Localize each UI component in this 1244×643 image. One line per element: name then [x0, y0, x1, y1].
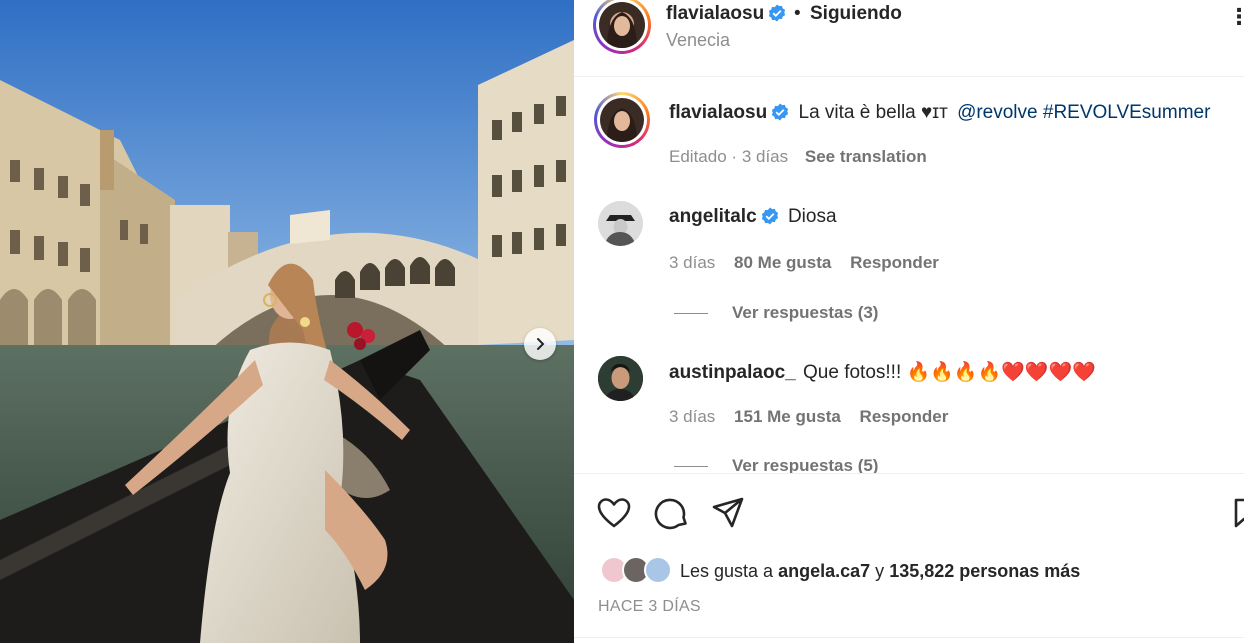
comment-line: austinpalaoc_ Que fotos!!! 🔥🔥🔥🔥❤️❤️❤️❤️ [669, 360, 1096, 384]
caption-meta: Editado · 3 días See translation [669, 147, 927, 167]
avatar [599, 2, 645, 48]
like-heart-icon[interactable] [596, 495, 632, 531]
reply-button[interactable]: Responder [850, 253, 939, 272]
venice-gondola-image [0, 0, 574, 643]
verified-badge-icon [761, 207, 778, 225]
comment-avatar[interactable] [598, 356, 643, 401]
verified-badge-icon [772, 103, 789, 121]
comment-meta: 3 días 80 Me gusta Responder [669, 253, 939, 273]
edited-label: Editado [669, 147, 727, 166]
comment-text: Que fotos!!! 🔥🔥🔥🔥❤️❤️❤️❤️ [803, 362, 1096, 383]
view-replies-button[interactable]: Ver respuestas (5) [674, 456, 878, 473]
bottom-divider [574, 637, 1244, 638]
save-bookmark-icon[interactable] [1232, 495, 1244, 531]
comment-meta: 3 días 151 Me gusta Responder [669, 407, 948, 427]
likes-connector: y [875, 561, 885, 581]
comment-avatar[interactable] [598, 201, 643, 246]
verified-badge-icon [769, 4, 786, 22]
liker-username[interactable]: angela.ca7 [778, 561, 870, 581]
comments-clip: Ver respuestas (5) [574, 440, 1244, 473]
liker-avatar [644, 556, 672, 584]
view-replies-label[interactable]: Ver respuestas (5) [732, 456, 878, 473]
comment-time[interactable]: 3 días [669, 407, 715, 426]
view-replies-button[interactable]: Ver respuestas (3) [674, 303, 878, 323]
header-divider [574, 76, 1244, 77]
comment-username[interactable]: austinpalaoc_ [669, 362, 796, 383]
likes-prefix: Les gusta a [680, 561, 774, 581]
caption-text: La vita è bella ♥ɪᴛ [798, 102, 948, 123]
caption-hashtag-link[interactable]: #REVOLVEsummer [1043, 102, 1211, 123]
caption-mention-link[interactable]: @revolve [957, 102, 1038, 123]
likes-summary: Les gusta a angela.ca7 y 135,822 persona… [680, 561, 1080, 582]
meta-dot: · [731, 147, 738, 166]
more-options-icon[interactable]: ⋮ [1228, 6, 1244, 28]
comment-time[interactable]: 3 días [669, 253, 715, 272]
post-photo [0, 0, 574, 643]
caption-time[interactable]: 3 días [742, 147, 788, 166]
comment-likes[interactable]: 80 Me gusta [734, 253, 831, 272]
chevron-right-icon [537, 338, 545, 350]
caption-avatar [600, 98, 644, 142]
post-username-text[interactable]: flavialaosu [666, 3, 764, 24]
follow-separator: • [794, 3, 801, 24]
see-translation-button[interactable]: See translation [805, 147, 927, 166]
comment-text: Diosa [787, 206, 837, 227]
actions-divider [574, 473, 1244, 474]
comment-likes[interactable]: 151 Me gusta [734, 407, 841, 426]
reply-thread-line [674, 313, 708, 315]
post-timestamp[interactable]: HACE 3 DÍAS [598, 598, 701, 616]
following-button[interactable]: Siguiendo [810, 3, 902, 25]
comment-username[interactable]: angelitalc [669, 206, 757, 227]
reply-button[interactable]: Responder [860, 407, 949, 426]
next-photo-button[interactable] [524, 328, 556, 360]
comment-bubble-icon[interactable] [654, 495, 690, 531]
caption-username[interactable]: flavialaosu [669, 102, 767, 123]
post-side-panel: flavialaosu • Siguiendo Venecia ⋮ flavia… [574, 0, 1244, 643]
likes-others-button[interactable]: 135,822 personas más [889, 561, 1080, 581]
story-ring[interactable] [593, 0, 651, 54]
reply-thread-line [674, 466, 708, 468]
post-username[interactable]: flavialaosu [666, 3, 786, 25]
caption-story-ring[interactable] [594, 92, 650, 148]
share-paper-plane-icon[interactable] [710, 495, 746, 531]
post-location[interactable]: Venecia [666, 30, 730, 51]
caption-line: flavialaosu La vita è bella ♥ɪᴛ @revolve… [669, 102, 1210, 124]
comment-line: angelitalc Diosa [669, 206, 837, 228]
view-replies-label[interactable]: Ver respuestas (3) [732, 303, 878, 322]
